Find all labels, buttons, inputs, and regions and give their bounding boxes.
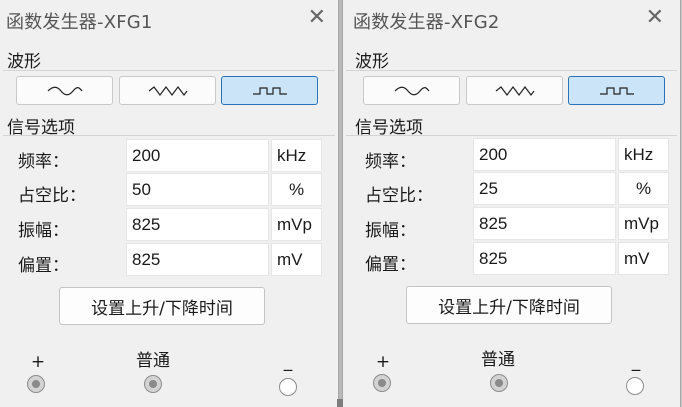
sine-wave-button[interactable] [363, 76, 460, 105]
sine-wave-icon [394, 86, 429, 95]
frequency-unit-select[interactable]: kHz [618, 138, 669, 171]
section-divider [346, 135, 677, 136]
amplitude-unit-select[interactable]: mVp [271, 208, 322, 241]
plus-terminal[interactable] [373, 374, 391, 392]
common-terminal-label: 普通 [481, 350, 515, 370]
square-wave-button[interactable] [568, 76, 665, 105]
sine-wave-icon [47, 86, 82, 95]
duty-cycle-input[interactable]: 50 [126, 173, 269, 206]
triangle-wave-icon [148, 85, 187, 96]
frequency-label: 频率： [18, 152, 69, 172]
waveform-section-label: 波形 [7, 52, 41, 72]
set-rise-fall-time-button[interactable]: 设置上升/下降时间 [406, 286, 612, 324]
close-icon[interactable]: ✕ [646, 5, 664, 31]
duty-cycle-unit: % [618, 172, 669, 205]
minus-terminal-label: _ [283, 352, 293, 372]
set-rise-fall-time-button[interactable]: 设置上升/下降时间 [59, 287, 265, 325]
frequency-input[interactable]: 200 [473, 138, 616, 171]
square-wave-icon [599, 86, 634, 95]
triangle-wave-button[interactable] [119, 76, 216, 105]
section-divider [3, 70, 335, 71]
amplitude-label: 振幅： [18, 221, 69, 241]
square-wave-button[interactable] [221, 76, 318, 105]
title-bar: 函数发生器-XFG2 ✕ [343, 0, 680, 40]
window-title: 函数发生器-XFG2 [353, 12, 500, 33]
minus-terminal[interactable] [279, 378, 297, 396]
duty-cycle-unit: % [271, 173, 322, 206]
plus-terminal-label: + [375, 352, 391, 372]
amplitude-unit-select[interactable]: mVp [618, 207, 669, 240]
section-divider [346, 70, 677, 71]
function-generator-xfg2-window: 函数发生器-XFG2 ✕ 波形 信号选项 频率： 200 kHz 占空比： 25… [342, 0, 681, 407]
square-wave-icon [252, 86, 287, 95]
plus-terminal-label: + [30, 352, 46, 372]
amplitude-input[interactable]: 825 [126, 208, 269, 241]
duty-cycle-label: 占空比： [18, 186, 86, 206]
common-terminal-label: 普通 [136, 351, 170, 371]
common-terminal[interactable] [144, 375, 162, 393]
triangle-wave-icon [495, 85, 534, 96]
sine-wave-button[interactable] [16, 76, 113, 105]
offset-input[interactable]: 825 [473, 242, 616, 275]
offset-label: 偏置： [18, 256, 69, 276]
duty-cycle-label: 占空比： [365, 186, 433, 206]
waveform-section-label: 波形 [355, 52, 389, 72]
frequency-input[interactable]: 200 [126, 139, 269, 172]
close-icon[interactable]: ✕ [308, 5, 326, 31]
minus-terminal[interactable] [626, 377, 644, 395]
minus-terminal-label: _ [631, 352, 641, 372]
amplitude-input[interactable]: 825 [473, 207, 616, 240]
frequency-unit-select[interactable]: kHz [271, 139, 322, 172]
window-title: 函数发生器-XFG1 [6, 12, 153, 33]
section-divider [3, 135, 335, 136]
common-terminal[interactable] [490, 374, 508, 392]
offset-unit-select[interactable]: mV [271, 243, 322, 276]
resize-grip[interactable] [337, 399, 343, 407]
offset-label: 偏置： [365, 255, 416, 275]
plus-terminal[interactable] [27, 375, 45, 393]
function-generator-xfg1-window: 函数发生器-XFG1 ✕ 波形 信号选项 频率： 200 kHz 占空比： 50… [0, 0, 339, 407]
amplitude-label: 振幅： [365, 221, 416, 241]
frequency-label: 频率： [365, 152, 416, 172]
offset-input[interactable]: 825 [126, 243, 269, 276]
title-bar: 函数发生器-XFG1 ✕ [0, 0, 338, 40]
duty-cycle-input[interactable]: 25 [473, 172, 616, 205]
triangle-wave-button[interactable] [466, 76, 563, 105]
offset-unit-select[interactable]: mV [618, 242, 669, 275]
